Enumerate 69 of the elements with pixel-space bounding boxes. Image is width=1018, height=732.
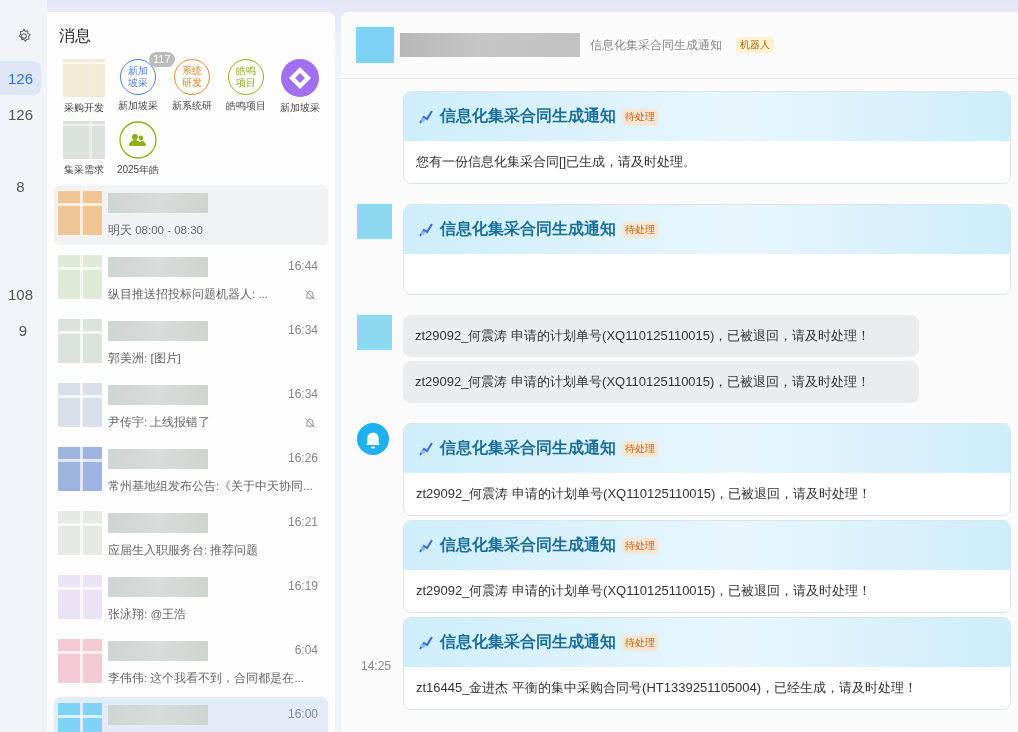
shortcut-label: 新加坡采: [118, 99, 158, 113]
message-time: 14:25: [361, 659, 392, 673]
shortcut-label: 采购开发: [64, 101, 104, 115]
message-preview: 李伟伟: 这个我看不到，合同都是在...: [108, 671, 304, 686]
rail-item[interactable]: 126: [0, 61, 41, 95]
card-title: 信息化集采合同生成通知: [440, 535, 616, 555]
message-preview: 纵目推送招投标问题机器人: ...: [108, 287, 268, 302]
notification-icon: [418, 537, 434, 554]
status-tag: 待处理: [622, 634, 658, 651]
rail-item[interactable]: 108: [0, 277, 41, 311]
chat-item[interactable]: 16:44 纵目推送招投标问题机器人: ...: [54, 249, 328, 309]
message-bubble: zt29092_何震涛 申请的计划单号(XQ110125110015)，已被退回，请及时处理！: [403, 315, 919, 357]
chat-item[interactable]: 16:21 应届生入职服务台: 推荐问题: [54, 505, 328, 565]
unread-badge: 117: [149, 52, 175, 67]
card-body-text: zt29092_何震涛 申请的计划单号(XQ110125110015)，已被退回，请及时处理！: [416, 583, 872, 598]
group-icon[interactable]: [119, 121, 157, 159]
bell-avatar-icon: [357, 423, 389, 455]
card-title: 信息化集采合同生成通知: [440, 438, 616, 458]
robot-tag: 机器人: [736, 37, 774, 53]
message-preview: 常州基地组发布公告:《关于中天协同...: [108, 479, 313, 494]
card-title: 信息化集采合同生成通知: [440, 632, 616, 652]
chat-time: 16:21: [287, 515, 318, 529]
notification-icon: [418, 440, 434, 457]
message-preview: 张泳翔: @王浩: [108, 607, 187, 622]
rail-item[interactable]: 8: [0, 169, 41, 203]
chat-time: 16:34: [287, 387, 318, 401]
chat-item[interactable]: 6:04 李伟伟: 这个我看不到，合同都是在...: [54, 633, 328, 693]
status-tag: 待处理: [622, 440, 658, 457]
card-title: 信息化集采合同生成通知: [440, 219, 616, 239]
message-preview: 明天 08:00 - 08:30: [108, 223, 203, 238]
chat-item[interactable]: 明天 08:00 - 08:30: [54, 185, 328, 245]
message-bubble: zt29092_何震涛 申请的计划单号(XQ110125110015)，已被退回，请及时处理！: [403, 361, 919, 403]
sender-avatar: [357, 204, 392, 239]
chat-item[interactable]: 16:34 尹传宇: 上线报错了: [54, 377, 328, 437]
message-preview: 郭美洲: [图片]: [108, 351, 181, 366]
status-tag: 待处理: [622, 537, 658, 554]
message-preview: 应届生入职服务台: 推荐问题: [108, 543, 259, 558]
sender-avatar: [357, 315, 392, 350]
group-avatar[interactable]: 新加坡采: [120, 59, 156, 95]
shortcut-label: 皓鸣项目: [226, 99, 266, 113]
chat-time: 16:44: [287, 259, 318, 273]
notification-icon: [418, 221, 434, 238]
message-preview: 尹传宇: 上线报错了: [108, 415, 211, 430]
chat-time: 16:19: [287, 579, 318, 593]
chat-avatar: [356, 27, 394, 63]
notification-icon: [418, 634, 434, 651]
chat-item[interactable]: 16:19 张泳翔: @王浩: [54, 569, 328, 629]
shortcut-label: 集采需求: [64, 163, 104, 177]
status-tag: 待处理: [622, 108, 658, 125]
rail-item[interactable]: 9: [0, 313, 41, 347]
shortcut-label: 新系统研: [172, 99, 212, 113]
card-title: 信息化集采合同生成通知: [440, 106, 616, 126]
rail-item[interactable]: 126: [0, 97, 41, 131]
chat-time: 16:26: [287, 451, 318, 465]
diamond-logo-icon[interactable]: [281, 59, 319, 97]
notification-icon: [418, 108, 434, 125]
card-body-text: zt29092_何震涛 申请的计划单号(XQ110125110015)，已被退回，请及时处理！: [416, 486, 872, 501]
status-tag: 待处理: [622, 221, 658, 238]
card-body-text: 您有一份信息化集采合同[]已生成，请及时处理。: [416, 154, 697, 169]
panel-title: 消息: [59, 26, 92, 46]
card-body-text: zt16445_金进杰 平衡的集中采购合同号(HT1339251105004)，已经生成，请及时处理！: [416, 680, 918, 695]
chat-item[interactable]: 16:26 常州基地组发布公告:《关于中天协同...: [54, 441, 328, 501]
shortcut-label: 2025年皓: [116, 163, 160, 177]
chat-time: 16:34: [287, 323, 318, 337]
chat-time: 6:04: [294, 643, 318, 657]
chat-subtitle: 信息化集采合同生成通知: [590, 36, 722, 54]
chat-time: 16:00: [287, 707, 318, 721]
shortcut-label: 新加坡采: [280, 101, 320, 115]
chat-item[interactable]: 16:34 郭美洲: [图片]: [54, 313, 328, 373]
